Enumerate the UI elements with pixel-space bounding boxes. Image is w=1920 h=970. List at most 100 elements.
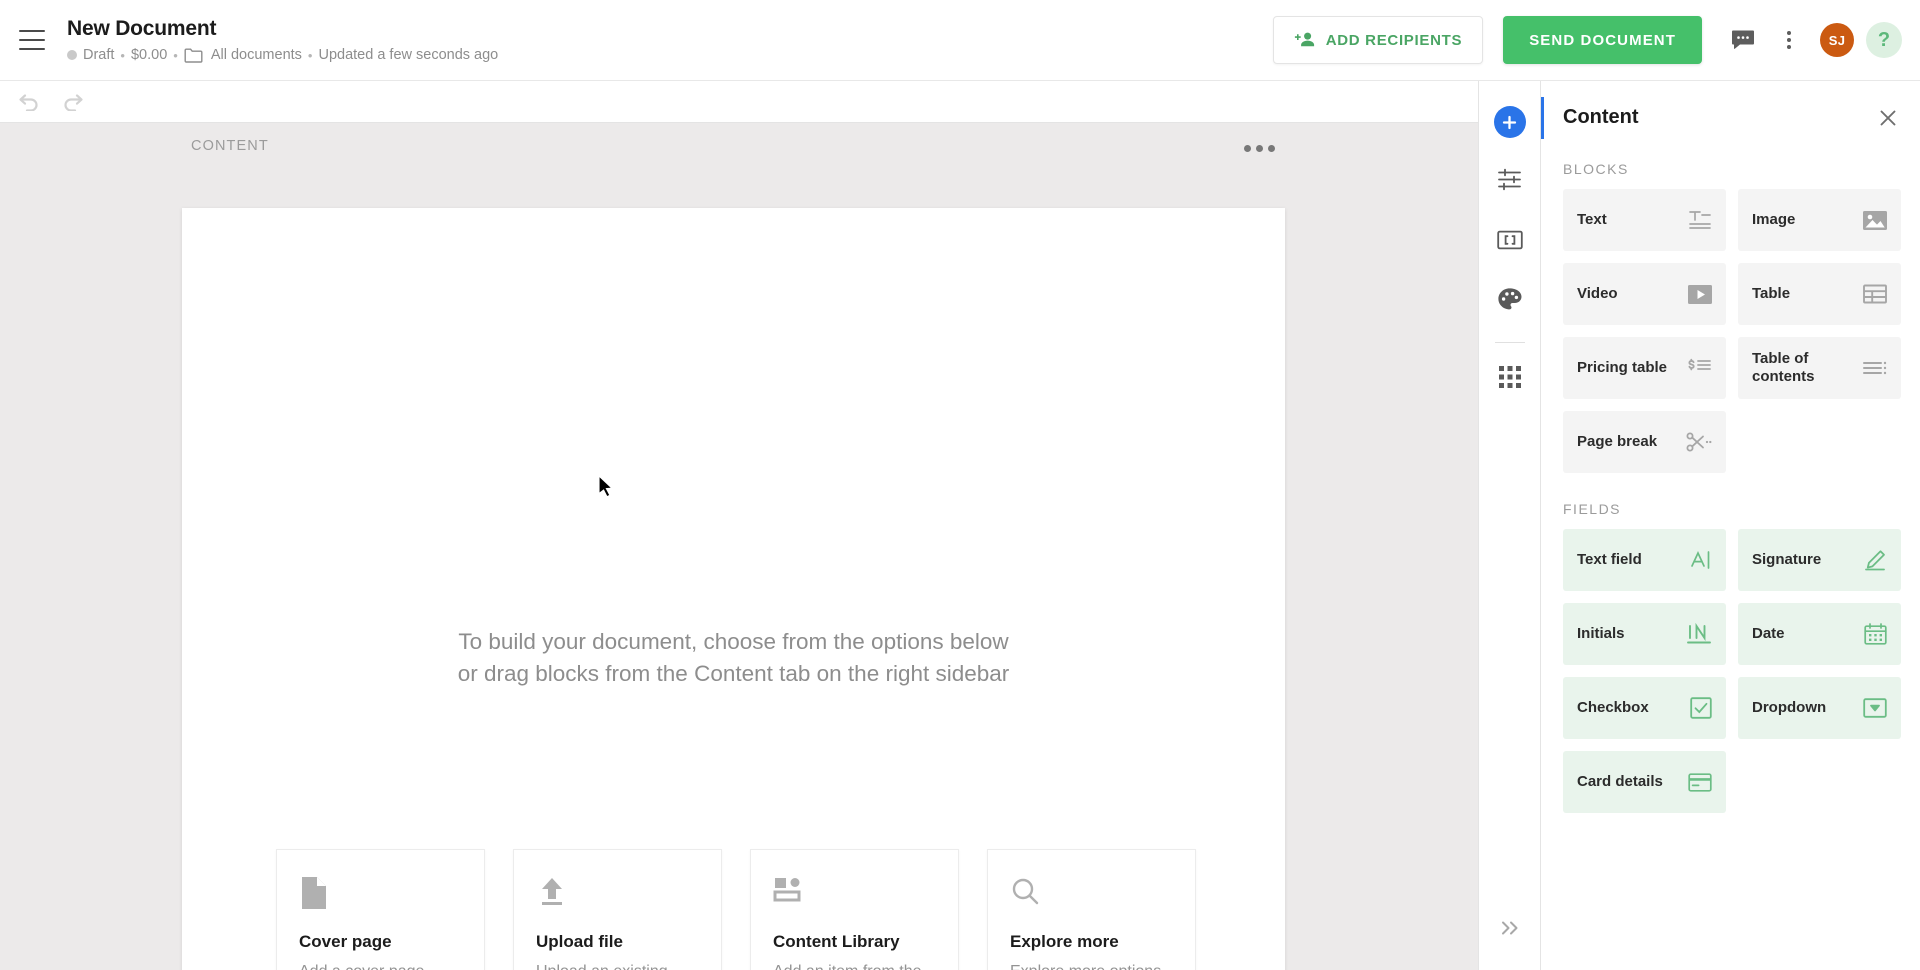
document-meta: Draft • $0.00 • All documents • Updated … [67, 47, 498, 63]
empty-state-message: To build your document, choose from the … [182, 626, 1285, 690]
content-panel: Content BLOCKS Text Image Video Table Pr… [1540, 81, 1920, 970]
sidebar-item-theme[interactable] [1488, 280, 1532, 324]
initials-icon [1686, 623, 1712, 645]
option-card-content-library[interactable]: Content Library Add an item from the Con… [750, 849, 959, 970]
option-card-desc: Explore more options [1010, 961, 1173, 970]
avatar[interactable]: SJ [1820, 23, 1854, 57]
meta-separator-3: • [307, 47, 313, 63]
option-card-title: Content Library [773, 932, 900, 951]
field-label: Card details [1577, 773, 1663, 790]
block-tile-table-of-contents[interactable]: Table of contents [1738, 337, 1901, 399]
credit-card-icon [1688, 772, 1712, 792]
content-panel-header: Content [1563, 81, 1898, 133]
field-tile-text-field[interactable]: Text field [1563, 529, 1726, 591]
option-card-desc: Add a cover page [299, 961, 462, 970]
block-tile-video[interactable]: Video [1563, 263, 1726, 325]
empty-state-line-1: To build your document, choose from the … [458, 629, 1009, 654]
panel-active-indicator [1541, 97, 1544, 139]
sliders-icon [1497, 167, 1522, 197]
sidebar-item-settings[interactable] [1488, 160, 1532, 204]
undo-icon[interactable] [14, 87, 44, 117]
fields-grid: Text field Signature Initials Date Check… [1563, 529, 1901, 813]
upload-icon [536, 876, 699, 922]
apps-grid-icon [1498, 365, 1521, 393]
search-icon [1010, 876, 1173, 922]
sidebar-icon-rail [1478, 81, 1540, 970]
document-amount: $0.00 [130, 47, 168, 64]
sidebar-item-variables[interactable] [1488, 220, 1532, 264]
block-tile-page-break[interactable]: Page break [1563, 411, 1726, 473]
table-icon [1863, 284, 1887, 304]
page-title: New Document [67, 16, 217, 40]
block-label: Image [1752, 211, 1796, 228]
block-tile-pricing-table[interactable]: Pricing table [1563, 337, 1726, 399]
send-document-button[interactable]: SEND DOCUMENT [1503, 16, 1702, 64]
more-horizontal-icon[interactable] [1244, 145, 1275, 152]
field-label: Initials [1577, 625, 1625, 642]
chat-icon[interactable] [1720, 17, 1766, 63]
block-label: Pricing table [1577, 359, 1668, 376]
hamburger-icon[interactable] [19, 30, 45, 50]
option-card-desc: Upload an existing document [536, 961, 699, 970]
block-label: Table [1752, 285, 1791, 302]
block-tile-table[interactable]: Table [1738, 263, 1901, 325]
option-card-title: Cover page [299, 932, 392, 951]
image-icon [1863, 210, 1887, 231]
field-label: Date [1752, 625, 1785, 642]
field-tile-signature[interactable]: Signature [1738, 529, 1901, 591]
checkbox-icon [1690, 697, 1712, 719]
option-card-cover-page[interactable]: Cover page Add a cover page [276, 849, 485, 970]
option-cards: Cover page Add a cover page Upload file … [276, 849, 1196, 970]
chevron-double-right-icon[interactable] [1490, 908, 1530, 948]
top-bar-actions: ADD RECIPIENTS SEND DOCUMENT SJ ? [1272, 16, 1920, 64]
folder-name[interactable]: All documents [211, 47, 302, 63]
block-tile-image[interactable]: Image [1738, 189, 1901, 251]
option-card-explore-more[interactable]: Explore more Explore more options [987, 849, 1196, 970]
text-field-icon [1690, 549, 1712, 571]
document-header: New Document Draft • $0.00 • All documen… [67, 17, 498, 63]
table-of-contents-icon [1863, 360, 1887, 376]
top-bar: New Document Draft • $0.00 • All documen… [0, 0, 1920, 81]
calendar-icon [1864, 623, 1887, 645]
option-card-desc: Add an item from the Content Library [773, 961, 936, 970]
field-tile-dropdown[interactable]: Dropdown [1738, 677, 1901, 739]
block-tile-text[interactable]: Text [1563, 189, 1726, 251]
close-icon[interactable] [1878, 108, 1898, 128]
option-card-upload-file[interactable]: Upload file Upload an existing document [513, 849, 722, 970]
fields-group-label: FIELDS [1563, 501, 1622, 517]
blocks-grid: Text Image Video Table Pricing table Tab… [1563, 189, 1901, 473]
field-tile-card-details[interactable]: Card details [1563, 751, 1726, 813]
sidebar-item-apps[interactable] [1488, 357, 1532, 401]
sidebar-item-add-content[interactable] [1488, 100, 1532, 144]
block-label: Text [1577, 211, 1607, 228]
add-person-icon [1294, 31, 1316, 49]
add-recipients-button[interactable]: ADD RECIPIENTS [1272, 16, 1484, 64]
field-label: Signature [1752, 551, 1822, 568]
updated-timestamp: Updated a few seconds ago [318, 47, 499, 64]
document-page[interactable]: To build your document, choose from the … [182, 208, 1285, 970]
canvas-section-label: CONTENT [191, 138, 269, 154]
plus-icon [1493, 106, 1526, 138]
block-label: Page break [1577, 433, 1658, 450]
add-recipients-label: ADD RECIPIENTS [1325, 31, 1463, 49]
scissors-icon [1686, 431, 1712, 453]
variables-icon [1496, 230, 1523, 255]
field-tile-date[interactable]: Date [1738, 603, 1901, 665]
redo-icon[interactable] [58, 87, 88, 117]
document-canvas: CONTENT To build your document, choose f… [0, 123, 1478, 970]
field-label: Text field [1577, 551, 1642, 568]
status-dot-icon [67, 50, 77, 61]
folder-icon [184, 48, 203, 63]
text-block-icon [1688, 209, 1712, 231]
palette-icon [1497, 287, 1522, 317]
blocks-group-label: BLOCKS [1563, 161, 1629, 177]
pricing-table-icon [1686, 358, 1712, 378]
empty-state-line-2: or drag blocks from the Content tab on t… [457, 660, 1010, 686]
signature-pen-icon [1863, 549, 1887, 571]
field-label: Checkbox [1577, 699, 1649, 716]
field-tile-checkbox[interactable]: Checkbox [1563, 677, 1726, 739]
help-button[interactable]: ? [1866, 22, 1902, 58]
meta-separator-1: • [120, 47, 125, 63]
field-tile-initials[interactable]: Initials [1563, 603, 1726, 665]
more-vertical-icon[interactable] [1766, 17, 1812, 63]
